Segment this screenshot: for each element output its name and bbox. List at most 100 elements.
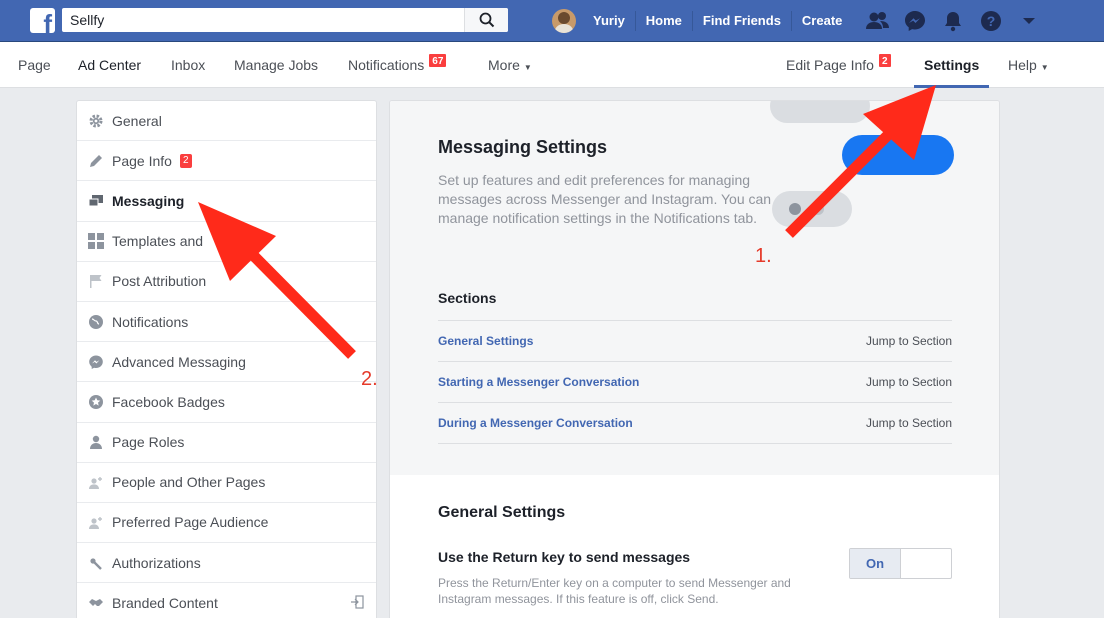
search-icon — [479, 12, 495, 28]
annotation-label-2: 2. — [361, 368, 378, 390]
sidebar-item-advanced-messaging[interactable]: Advanced Messaging — [77, 342, 376, 383]
nav-settings[interactable]: Settings — [913, 42, 990, 88]
sidebar-item-preferred-page-audience[interactable]: Preferred Page Audience — [77, 503, 376, 544]
section-row: General Settings Jump to Section — [438, 320, 952, 361]
friends-icon — [866, 12, 889, 29]
notifications-badge: 67 — [428, 53, 448, 68]
facebook-logo-icon[interactable]: f — [30, 8, 55, 33]
sidebar-item-templates[interactable]: Templates and — [77, 222, 376, 262]
nav-inbox[interactable]: Inbox — [171, 42, 205, 88]
account-menu-button[interactable] — [1010, 0, 1048, 42]
nav-manage-jobs[interactable]: Manage Jobs — [234, 42, 318, 88]
section-row: During a Messenger Conversation Jump to … — [438, 402, 952, 443]
messenger-button[interactable] — [896, 0, 934, 42]
section-row: Starting a Messenger Conversation Jump t… — [438, 361, 952, 402]
toggle-on-label: On — [850, 549, 901, 578]
top-icons: ? — [858, 0, 1048, 42]
illustration-dot — [812, 203, 824, 215]
sidebar-item-page-info[interactable]: Page Info 2 — [77, 141, 376, 182]
nav-help-label: Help — [1008, 57, 1037, 73]
nav-edit-page-info-label: Edit Page Info — [786, 57, 874, 73]
sidebar-item-general[interactable]: General — [77, 101, 376, 142]
messaging-header-section: Messaging Settings Set up features and e… — [390, 101, 999, 475]
messaging-settings-panel: Messaging Settings Set up features and e… — [389, 100, 1000, 618]
notifications-button[interactable] — [934, 0, 972, 42]
return-key-option-description: Press the Return/Enter key on a computer… — [438, 576, 791, 606]
edit-page-info-badge: 2 — [877, 53, 892, 68]
jump-to-section-link[interactable]: Jump to Section — [866, 334, 952, 348]
sections-heading: Sections — [438, 290, 497, 306]
jump-to-section-link[interactable]: Jump to Section — [866, 375, 952, 389]
nav-more[interactable]: More ▼ — [488, 42, 532, 88]
top-nav: Yuriy Home Find Friends Create — [552, 0, 852, 42]
sidebar-item-page-roles[interactable]: Page Roles — [77, 423, 376, 463]
sidebar-item-label: Messaging — [112, 192, 185, 209]
handshake-icon — [87, 594, 105, 612]
nav-edit-page-info[interactable]: Edit Page Info 2 — [786, 42, 892, 88]
nav-notifications-label: Notifications — [348, 57, 425, 73]
section-link-general-settings[interactable]: General Settings — [438, 334, 533, 348]
sidebar-item-label: Page Roles — [112, 434, 185, 451]
avatar[interactable] — [552, 9, 576, 33]
star-icon — [87, 393, 105, 411]
nav-help[interactable]: Help ▼ — [1008, 42, 1049, 88]
bell-icon — [945, 12, 961, 32]
grid-icon — [87, 232, 105, 250]
sidebar-item-label: Advanced Messaging — [112, 353, 246, 370]
nav-page[interactable]: Page — [18, 42, 51, 88]
search-box — [62, 8, 508, 32]
sidebar-item-post-attribution[interactable]: Post Attribution — [77, 262, 376, 302]
sidebar-item-label: Branded Content — [112, 594, 218, 611]
sidebar-item-messaging[interactable]: Messaging — [77, 181, 376, 222]
page-title: Messaging Settings — [438, 137, 608, 157]
nav-ad-center[interactable]: Ad Center — [78, 42, 141, 88]
create-link[interactable]: Create — [792, 11, 852, 31]
search-button[interactable] — [464, 8, 508, 32]
sidebar-item-authorizations[interactable]: Authorizations — [77, 543, 376, 584]
wrench-icon — [87, 554, 105, 572]
sidebar-item-label: People and Other Pages — [112, 474, 266, 491]
section-link-starting-conversation[interactable]: Starting a Messenger Conversation — [438, 375, 639, 389]
nav-notifications[interactable]: Notifications 67 — [348, 42, 448, 88]
help-button[interactable]: ? — [972, 0, 1010, 42]
sidebar-item-notifications[interactable]: Notifications — [77, 302, 376, 343]
caret-down-icon: ▼ — [523, 63, 532, 72]
flag-icon — [87, 272, 105, 290]
sidebar-item-label: Post Attribution — [112, 273, 207, 290]
pencil-icon — [87, 152, 105, 170]
audience-icon — [87, 513, 105, 531]
caret-down-icon: ▼ — [1040, 63, 1049, 72]
jump-to-section-link[interactable]: Jump to Section — [866, 416, 952, 430]
general-settings-heading: General Settings — [438, 504, 566, 521]
sidebar-item-label: Page Info — [112, 152, 172, 169]
nav-more-label: More — [488, 57, 520, 73]
annotation-label-1: 1. — [755, 245, 772, 267]
profile-link[interactable]: Yuriy — [583, 11, 636, 31]
sidebar-item-people-and-other-pages[interactable]: People and Other Pages — [77, 463, 376, 503]
settings-sidebar: General Page Info 2 Messaging Templates … — [76, 100, 377, 618]
sidebar-item-label: Preferred Page Audience — [112, 514, 269, 531]
person-icon — [87, 433, 105, 451]
find-friends-link[interactable]: Find Friends — [693, 11, 792, 31]
search-input[interactable] — [62, 8, 462, 32]
page-nav: Page Ad Center Inbox Manage Jobs Notific… — [0, 42, 1104, 88]
people-icon — [87, 473, 105, 491]
page-info-badge: 2 — [179, 153, 192, 168]
open-external-icon[interactable] — [350, 595, 364, 612]
question-icon: ? — [981, 11, 1001, 31]
section-link-during-conversation[interactable]: During a Messenger Conversation — [438, 416, 633, 430]
sidebar-item-branded-content[interactable]: Branded Content — [77, 583, 376, 618]
friend-requests-button[interactable] — [858, 0, 896, 42]
messenger-icon — [905, 11, 925, 31]
sidebar-item-label: General — [112, 112, 162, 129]
sidebar-item-facebook-badges[interactable]: Facebook Badges — [77, 382, 376, 423]
caret-down-icon — [1023, 18, 1035, 24]
illustration-pill — [842, 135, 954, 175]
sidebar-item-label: Notifications — [112, 313, 189, 330]
sidebar-item-label: Templates and — [112, 233, 204, 250]
illustration-dot — [789, 203, 801, 215]
return-key-option-title: Use the Return key to send messages — [438, 549, 691, 565]
home-link[interactable]: Home — [636, 11, 693, 31]
gear-icon — [87, 112, 105, 130]
return-key-toggle[interactable]: On — [849, 548, 952, 579]
